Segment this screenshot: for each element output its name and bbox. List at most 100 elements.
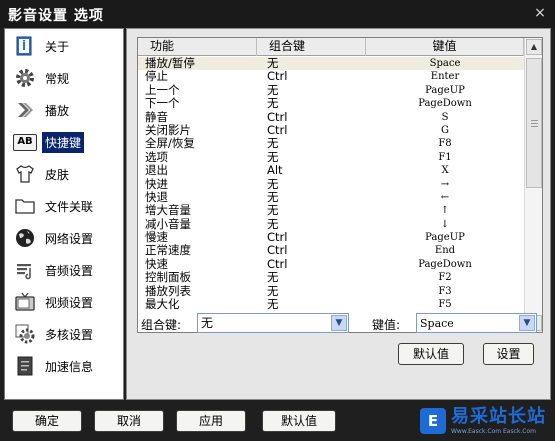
table-row[interactable]: 正常速度 Ctrl End [138, 244, 524, 257]
function-cell: 最大化 [145, 297, 180, 312]
function-cell: 快速 [145, 256, 168, 271]
table-row[interactable]: 减小音量 无 ↓ [138, 216, 524, 231]
function-cell: 减小音量 [145, 216, 191, 231]
modifier-cell: 无 [267, 149, 279, 164]
sidebar-item-label: 常规 [45, 71, 70, 86]
sidebar-item-file-assoc[interactable]: 文件关联 [7, 191, 121, 221]
sidebar-item-audio[interactable]: 音频设置 [7, 255, 121, 285]
vertical-scrollbar[interactable]: ▲ ▼ [524, 38, 542, 332]
scroll-thumb[interactable] [526, 58, 542, 188]
watermark-subtitle: Www.Easck.Com Easck.Com [451, 428, 536, 435]
table-row[interactable]: 下一个 无 PageDown [138, 96, 524, 110]
shortcuts-panel: 功能 组合键 键值 播放/暂停无 Space 停止 Ctrl Enter 上一个无 Page… [126, 28, 551, 400]
table-row[interactable]: 快退 无 ← [138, 189, 524, 204]
key-cell: F2 [438, 272, 452, 284]
sidebar-item-video[interactable]: 视频设置 [7, 287, 121, 317]
key-cell: PageDown [418, 98, 472, 110]
table-row[interactable]: 播放列表 无 F3 [138, 283, 524, 298]
table-row[interactable]: 上一个 无 PageUP [138, 82, 524, 97]
modifier-value: 无 [201, 316, 214, 330]
column-header-modifier[interactable]: 组合键 [257, 38, 366, 56]
sidebar-item-label: 关于 [45, 39, 70, 54]
table-row[interactable]: 全屏/恢复 无 F8 [138, 137, 524, 150]
modifier-cell: 无 [267, 283, 279, 298]
key-value: Space [420, 317, 454, 330]
options-dialog: 影音设置 选项 × 关于 常规 播放 AB 快捷键 皮肤 文件关联 网络设置 音… [0, 0, 555, 441]
sidebar: 关于 常规 播放 AB 快捷键 皮肤 文件关联 网络设置 音频设置 视频设置 多… [4, 28, 124, 400]
modifier-cell: 无 [267, 297, 279, 312]
sidebar-item-network[interactable]: 网络设置 [7, 223, 121, 253]
multicore-gear-icon [12, 321, 38, 347]
key-cell: ↑ [440, 205, 450, 217]
key-cell: X [441, 165, 449, 177]
folder-icon [12, 193, 38, 219]
key-cell: PageUP [425, 84, 465, 96]
modifier-cell: Ctrl [267, 230, 288, 245]
table-row[interactable]: 控制面板 无 F2 [138, 271, 524, 284]
function-cell: 静音 [145, 109, 168, 124]
modifier-cell: Ctrl [267, 69, 288, 84]
table-row[interactable]: 退出 Alt X [138, 163, 524, 177]
column-header-key[interactable]: 键值 [366, 38, 524, 56]
scroll-up-button[interactable]: ▲ [526, 39, 542, 55]
sidebar-item-playback[interactable]: 播放 [7, 95, 121, 125]
table-row[interactable]: 最大化 无 F5 [138, 297, 524, 312]
key-cell: Space [429, 58, 461, 69]
ok-button[interactable]: 确定 [12, 410, 82, 432]
modifier-cell: 无 [267, 176, 279, 191]
default-key-button[interactable]: 默认值 [398, 343, 464, 365]
sidebar-item-label: 多核设置 [45, 327, 94, 342]
modifier-cell: 无 [267, 203, 279, 218]
table-row[interactable]: 关闭影片 Ctrl G [138, 122, 524, 137]
function-cell: 快进 [145, 176, 168, 191]
table-row[interactable]: 快速 Ctrl PageDown [138, 256, 524, 271]
function-cell: 上一个 [145, 82, 180, 97]
apply-button[interactable]: 应用 [176, 410, 246, 432]
key-cell: Enter [430, 71, 460, 83]
restore-defaults-button[interactable]: 默认值 [262, 410, 336, 432]
table-row[interactable]: 慢速 Ctrl PageUP [138, 230, 524, 245]
sidebar-item-shortcuts[interactable]: AB 快捷键 [7, 127, 121, 157]
sidebar-item-multicore[interactable]: 多核设置 [7, 319, 121, 349]
ab-text: AB [13, 133, 37, 151]
table-row[interactable]: 停止 Ctrl Enter [138, 70, 524, 83]
function-cell: 慢速 [145, 230, 168, 245]
sidebar-item-general[interactable]: 常规 [7, 63, 121, 93]
chevron-down-icon[interactable]: ▼ [331, 315, 347, 331]
key-cell: ← [440, 191, 450, 203]
function-cell: 快退 [145, 189, 168, 204]
modifier-cell: Ctrl [267, 122, 288, 137]
column-header-function[interactable]: 功能 [138, 38, 257, 56]
watermark-title: 易采站长站 [451, 406, 546, 427]
key-cell: F5 [438, 299, 452, 311]
key-cell: F1 [438, 151, 452, 163]
key-cell: F8 [438, 138, 452, 150]
table-row[interactable]: 播放/暂停 无 Space [138, 56, 524, 71]
key-cell: G [441, 124, 449, 136]
sidebar-item-label: 视频设置 [45, 295, 94, 310]
watermark-logo: E 易采站长站 Www.Easck.Com Easck.Com [420, 406, 553, 439]
table-row[interactable]: 选项 无 F1 [138, 149, 524, 164]
modifier-cell: 无 [267, 216, 279, 231]
function-cell: 正常速度 [145, 243, 191, 258]
chevron-down-icon[interactable]: ▼ [519, 315, 535, 331]
set-key-button[interactable]: 设置 [483, 343, 534, 365]
tshirt-icon [12, 161, 38, 187]
table-body: 播放/暂停无 Space 停止 Ctrl Enter 上一个无 PageUP 下一个无 Page… [138, 56, 524, 312]
sidebar-item-about[interactable]: 关于 [7, 31, 121, 61]
key-select[interactable]: Space ▼ [416, 313, 537, 333]
table-row[interactable]: 静音 Ctrl S [138, 109, 524, 124]
close-icon[interactable]: × [531, 4, 549, 22]
sidebar-item-accel-info[interactable]: 加速信息 [7, 351, 121, 381]
sidebar-item-skin[interactable]: 皮肤 [7, 159, 121, 189]
shortcut-table: 功能 组合键 键值 播放/暂停无 Space 停止 Ctrl Enter 上一个无 Page… [137, 37, 543, 333]
modifier-cell: 无 [267, 136, 279, 151]
gear-icon [12, 65, 38, 91]
modifier-select[interactable]: 无 ▼ [197, 313, 349, 333]
table-row[interactable]: 快进 无 → [138, 176, 524, 191]
table-row[interactable]: 增大音量 无 ↑ [138, 204, 524, 217]
modifier-cell: Ctrl [267, 109, 288, 124]
table-header: 功能 组合键 键值 [138, 38, 524, 56]
function-cell: 增大音量 [145, 203, 191, 218]
cancel-button[interactable]: 取消 [94, 410, 164, 432]
